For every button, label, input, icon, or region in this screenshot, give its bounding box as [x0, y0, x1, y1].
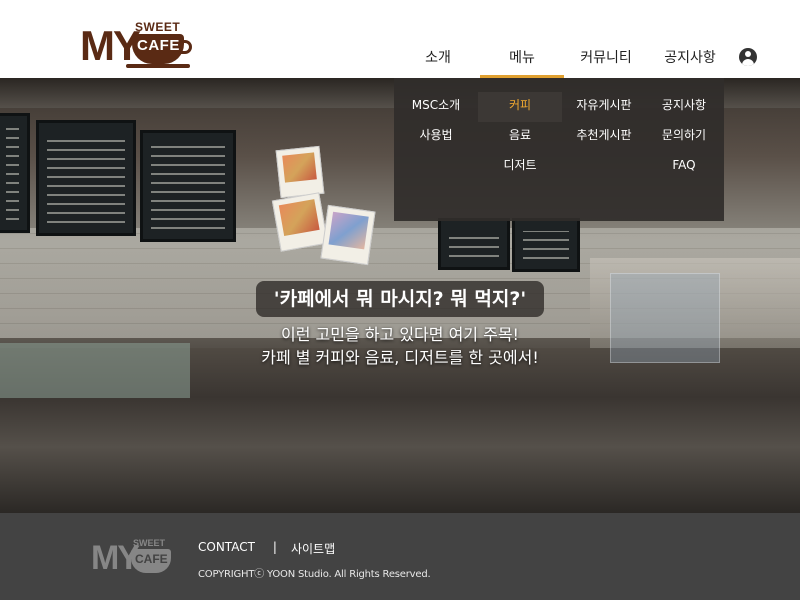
nav-dropdown: MSC소개 사용법 커피 음료 디저트 자유게시판 추천게시판 공지사항 문의하… [394, 78, 724, 221]
dropdown-item-free-board[interactable]: 자유게시판 [562, 92, 646, 122]
dropdown-item-coffee[interactable]: 커피 [478, 92, 562, 122]
menu-board [140, 130, 236, 242]
drink-photo [275, 145, 325, 199]
saucer-icon [126, 64, 190, 68]
footer-links: CONTACT | 사이트맵 [198, 540, 335, 557]
hero-subtitle-2: 카페 별 커피와 음료, 디저트를 한 곳에서! [261, 348, 539, 367]
footer-logo[interactable]: MY SWEET CAFE [91, 538, 171, 579]
dropdown-item-inquiry[interactable]: 문의하기 [642, 122, 726, 152]
user-circle-icon[interactable] [739, 48, 757, 66]
site-footer: MY SWEET CAFE CONTACT | 사이트맵 COPYRIGHTⓒ … [0, 513, 800, 600]
menu-board [438, 218, 510, 270]
dropdown-item-recommend-board[interactable]: 추천게시판 [562, 122, 646, 152]
dropdown-column-community: 자유게시판 추천게시판 [562, 92, 646, 152]
logo-my-text: MY [80, 22, 141, 69]
menu-board [512, 218, 580, 272]
footer-logo-sweet: SWEET [133, 538, 166, 548]
dropdown-item-faq[interactable]: FAQ [642, 152, 726, 182]
user-body-shape [742, 59, 754, 66]
dropdown-item-dessert[interactable]: 디저트 [478, 152, 562, 182]
nav-item-about[interactable]: 소개 [396, 38, 480, 78]
drink-photo [271, 192, 329, 252]
dropdown-item-msc-intro[interactable]: MSC소개 [394, 92, 478, 122]
user-head-shape [745, 51, 751, 57]
dropdown-column-menu: 커피 음료 디저트 [478, 92, 562, 182]
footer-logo-cafe: CAFE [135, 552, 168, 566]
footer-separator: | [272, 540, 277, 554]
dropdown-item-notice[interactable]: 공지사항 [642, 92, 726, 122]
menu-board [36, 120, 136, 236]
main-nav: 소개 메뉴 커뮤니티 공지사항 [396, 38, 732, 78]
hero-copy: '카페에서 뭐 마시지? 뭐 먹지?' 이런 고민을 하고 있다면 여기 주목!… [0, 281, 800, 369]
logo-sweet-text: SWEET [135, 20, 181, 34]
drink-photo [320, 204, 376, 266]
menu-board [0, 113, 30, 233]
cup-handle-icon [180, 40, 192, 54]
dropdown-column-notice: 공지사항 문의하기 FAQ [642, 92, 726, 182]
logo-cafe-text: CAFE [137, 37, 180, 54]
sitemap-link[interactable]: 사이트맵 [291, 540, 335, 557]
nav-item-community[interactable]: 커뮤니티 [564, 38, 648, 78]
dropdown-item-beverage[interactable]: 음료 [478, 122, 562, 152]
dropdown-item-how-to-use[interactable]: 사용법 [394, 122, 478, 152]
hero-subtitle-1: 이런 고민을 하고 있다면 여기 주목! [281, 325, 519, 344]
site-header: MY SWEET CAFE 소개 메뉴 커뮤니티 공지사항 [0, 0, 800, 78]
logo[interactable]: MY SWEET CAFE [80, 18, 192, 70]
contact-link[interactable]: CONTACT [198, 540, 255, 557]
dropdown-column-about: MSC소개 사용법 [394, 92, 478, 152]
copyright-text: COPYRIGHTⓒ YOON Studio. All Rights Reser… [198, 569, 431, 580]
hero-title: '카페에서 뭐 마시지? 뭐 먹지?' [255, 281, 545, 317]
nav-item-notice[interactable]: 공지사항 [648, 38, 732, 78]
nav-item-menu[interactable]: 메뉴 [480, 38, 564, 78]
